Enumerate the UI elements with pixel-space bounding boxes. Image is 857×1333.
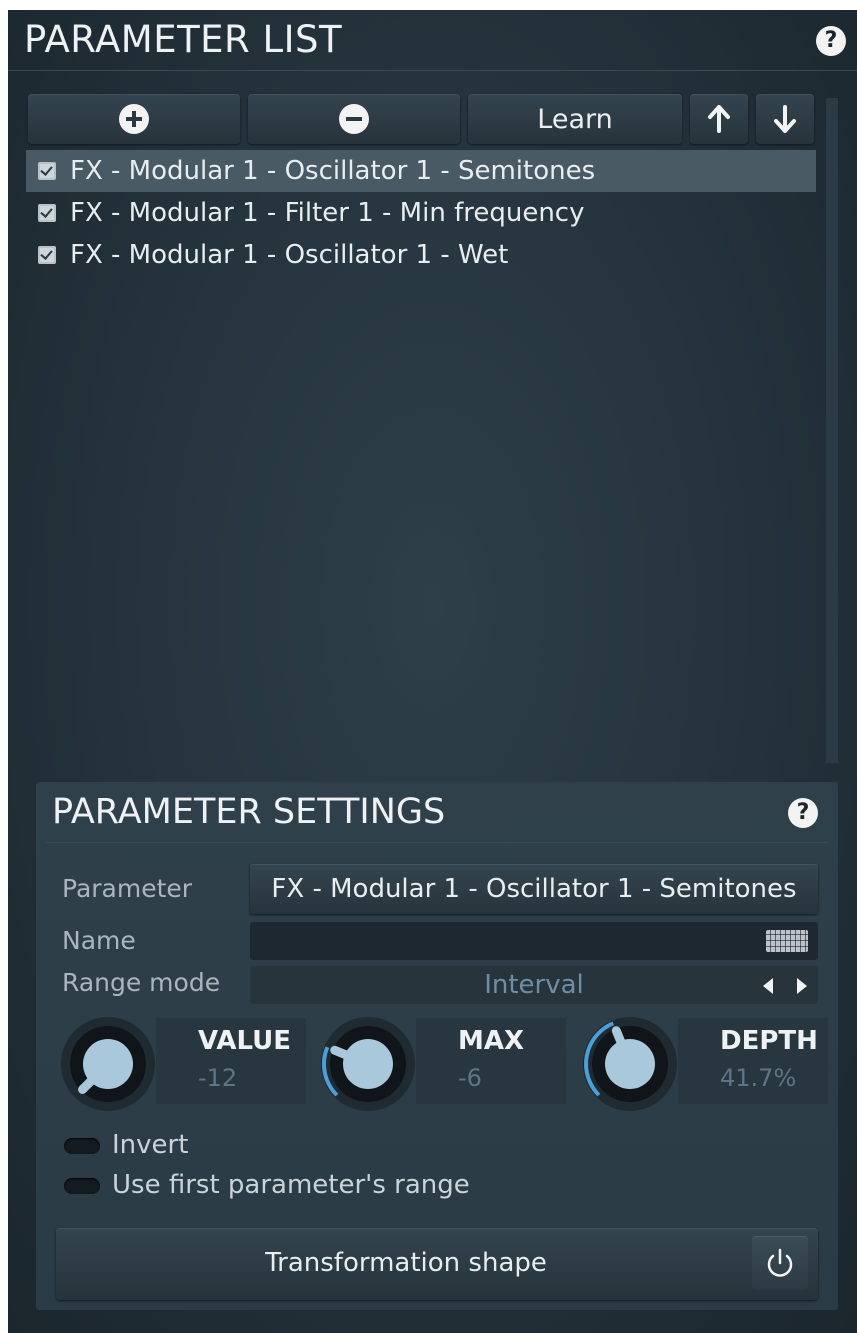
- help-icon[interactable]: ?: [788, 798, 818, 828]
- power-icon: [767, 1248, 793, 1277]
- parameter-list-panel: PARAMETER LIST ? Learn FX - Modular 1 - …: [8, 10, 857, 1333]
- depth-knob[interactable]: [580, 1014, 680, 1114]
- list-item[interactable]: FX - Modular 1 - Oscillator 1 - Semitone…: [26, 150, 816, 192]
- value-knob[interactable]: [58, 1014, 158, 1114]
- settings-divider: [46, 842, 828, 843]
- parameter-label: Parameter: [62, 874, 193, 903]
- add-parameter-button[interactable]: [28, 94, 240, 144]
- list-scrollbar[interactable]: [826, 98, 838, 763]
- knob-name: VALUE: [198, 1026, 291, 1056]
- range-mode-value: Interval: [484, 970, 584, 1000]
- transformation-shape-button[interactable]: Transformation shape: [56, 1228, 818, 1300]
- arrow-down-icon: [774, 105, 796, 133]
- list-item[interactable]: FX - Modular 1 - Filter 1 - Min frequenc…: [26, 192, 816, 234]
- move-up-button[interactable]: [690, 94, 748, 144]
- help-icon[interactable]: ?: [816, 26, 846, 56]
- first-range-label: Use first parameter's range: [112, 1170, 470, 1200]
- max-knob[interactable]: [318, 1014, 418, 1114]
- next-arrow-icon[interactable]: [797, 978, 807, 994]
- invert-label: Invert: [112, 1130, 189, 1160]
- arrow-up-icon: [708, 105, 730, 133]
- previous-arrow-icon[interactable]: [763, 978, 773, 994]
- list-item-label: FX - Modular 1 - Filter 1 - Min frequenc…: [70, 198, 585, 228]
- list-item-label: FX - Modular 1 - Oscillator 1 - Wet: [70, 240, 509, 270]
- learn-button[interactable]: Learn: [468, 94, 682, 144]
- keyboard-icon[interactable]: [766, 930, 808, 952]
- transformation-shape-label: Transformation shape: [265, 1248, 547, 1278]
- knob-name: MAX: [458, 1026, 525, 1056]
- knob-value: 41.7%: [720, 1064, 797, 1092]
- parameter-list-title: PARAMETER LIST: [24, 18, 343, 61]
- checkbox[interactable]: [38, 246, 56, 264]
- parameter-selector[interactable]: FX - Modular 1 - Oscillator 1 - Semitone…: [250, 864, 818, 914]
- knob-face: [605, 1039, 655, 1089]
- range-mode-label: Range mode: [62, 968, 221, 997]
- first-range-toggle[interactable]: [64, 1178, 100, 1194]
- knob-face: [343, 1039, 393, 1089]
- title-divider: [8, 70, 857, 71]
- invert-toggle[interactable]: [64, 1138, 100, 1154]
- name-label: Name: [62, 926, 136, 955]
- checkbox[interactable]: [38, 204, 56, 222]
- name-field[interactable]: [250, 922, 818, 960]
- range-mode-selector[interactable]: Interval: [250, 966, 818, 1004]
- knob-name: DEPTH: [720, 1026, 818, 1056]
- remove-parameter-button[interactable]: [248, 94, 460, 144]
- knob-value: -6: [458, 1064, 482, 1092]
- plus-circle-icon: [119, 104, 149, 134]
- parameter-settings-panel: PARAMETER SETTINGS ? Parameter FX - Modu…: [36, 782, 838, 1310]
- move-down-button[interactable]: [756, 94, 814, 144]
- list-item[interactable]: FX - Modular 1 - Oscillator 1 - Wet: [26, 234, 816, 276]
- knob-value: -12: [198, 1064, 238, 1092]
- minus-circle-icon: [339, 104, 369, 134]
- checkbox[interactable]: [38, 162, 56, 180]
- power-button[interactable]: [752, 1236, 808, 1290]
- parameter-list: FX - Modular 1 - Oscillator 1 - Semitone…: [26, 150, 816, 276]
- list-item-label: FX - Modular 1 - Oscillator 1 - Semitone…: [70, 156, 596, 186]
- parameter-settings-title: PARAMETER SETTINGS: [52, 792, 446, 832]
